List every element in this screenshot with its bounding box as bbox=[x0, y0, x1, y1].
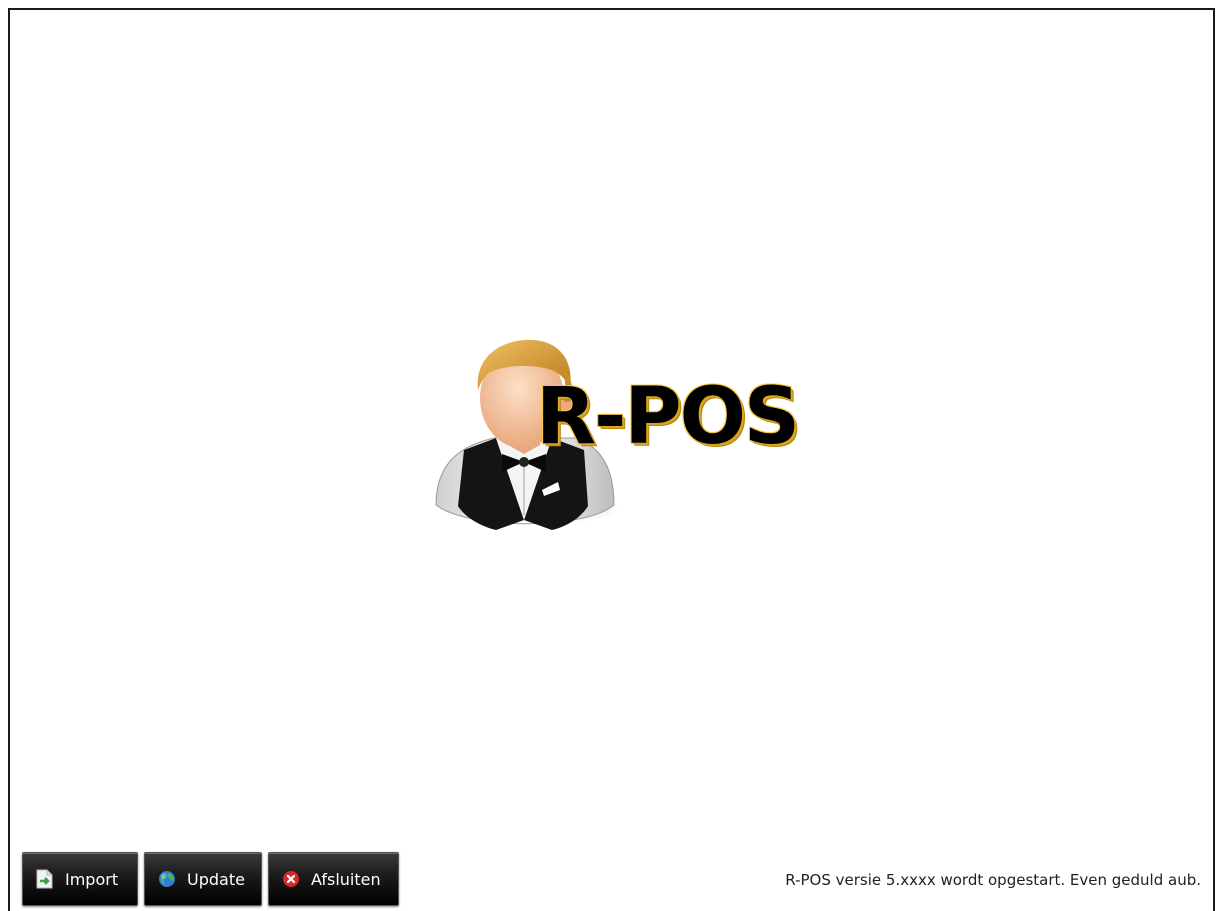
import-button[interactable]: Import bbox=[22, 852, 138, 906]
import-label: Import bbox=[65, 869, 119, 889]
bottom-toolbar: Import Update Afsluiten bbox=[22, 852, 399, 906]
import-document-icon bbox=[35, 869, 55, 889]
status-message: R-POS versie 5.xxxx wordt opgestart. Eve… bbox=[785, 871, 1201, 889]
exit-label: Afsluiten bbox=[311, 869, 381, 889]
brand-name: R-POS bbox=[536, 372, 800, 462]
app-logo: R-POS bbox=[424, 330, 814, 540]
exit-button[interactable]: Afsluiten bbox=[268, 852, 399, 906]
close-circle-icon bbox=[281, 869, 301, 889]
update-label: Update bbox=[187, 869, 245, 889]
globe-icon bbox=[157, 869, 177, 889]
update-button[interactable]: Update bbox=[144, 852, 262, 906]
